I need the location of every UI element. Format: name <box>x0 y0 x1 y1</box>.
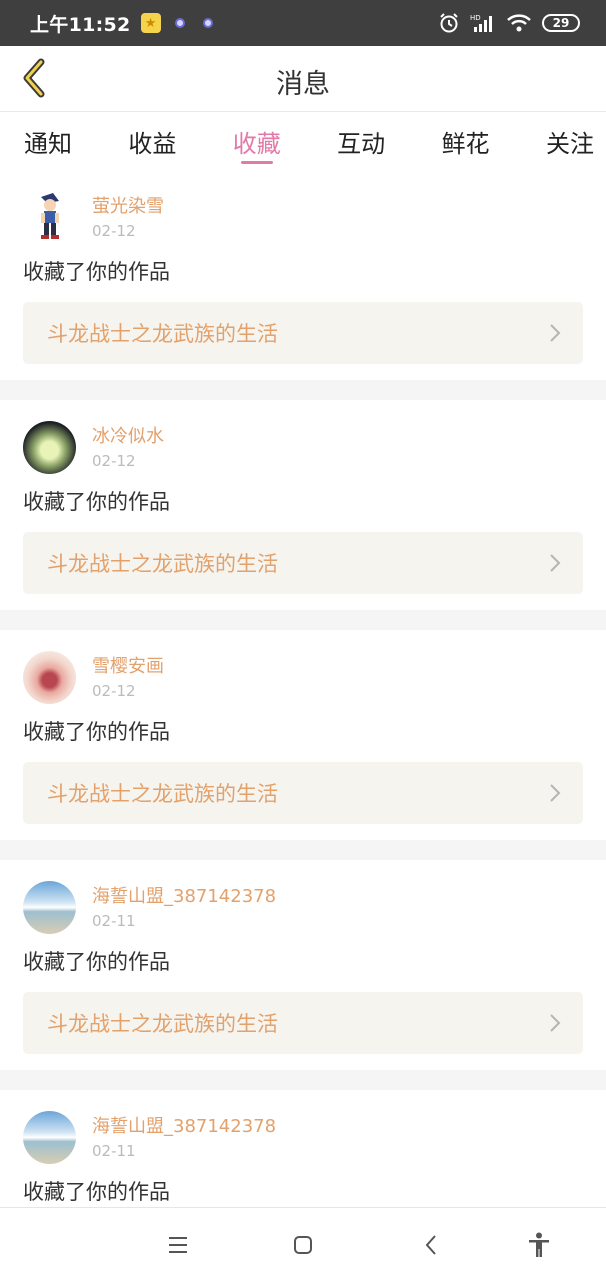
accessibility-icon <box>529 1232 549 1257</box>
header: 消息 <box>0 46 606 112</box>
tab-flowers[interactable]: 鲜花 <box>442 112 490 170</box>
tab-notice[interactable]: 通知 <box>24 112 72 170</box>
menu-button[interactable] <box>163 1230 193 1260</box>
alarm-icon <box>440 13 458 33</box>
notification-date: 02-12 <box>92 452 136 470</box>
avatar[interactable] <box>23 421 76 474</box>
notification-card: 萤光染雪 02-12 收藏了你的作品 斗龙战士之龙武族的生活 <box>0 170 606 380</box>
accessibility-button[interactable] <box>524 1230 554 1260</box>
action-text: 收藏了你的作品 <box>23 490 170 514</box>
app-notification-icon: ★ <box>140 13 161 33</box>
notification-date: 02-12 <box>92 222 136 240</box>
wifi-icon <box>507 14 531 32</box>
action-text: 收藏了你的作品 <box>23 950 170 974</box>
user-name[interactable]: 雪樱安画 <box>92 652 164 678</box>
chevron-right-icon <box>550 1014 561 1032</box>
tab-interaction[interactable]: 互动 <box>337 112 385 170</box>
user-name[interactable]: 萤光染雪 <box>92 192 164 218</box>
work-title: 斗龙战士之龙武族的生活 <box>47 552 278 576</box>
work-link[interactable]: 斗龙战士之龙武族的生活 <box>23 302 583 364</box>
home-square-icon <box>294 1236 312 1254</box>
action-text: 收藏了你的作品 <box>23 720 170 744</box>
notification-date: 02-12 <box>92 682 136 700</box>
notification-list[interactable]: 萤光染雪 02-12 收藏了你的作品 斗龙战士之龙武族的生活 冰冷似水 02-1… <box>0 170 606 1207</box>
user-name[interactable]: 海誓山盟_387142378 <box>92 1112 276 1138</box>
avatar[interactable] <box>23 191 76 244</box>
notification-date: 02-11 <box>92 912 136 930</box>
signal-icon: HD <box>470 14 492 32</box>
avatar[interactable] <box>23 881 76 934</box>
home-button[interactable] <box>288 1230 318 1260</box>
work-title: 斗龙战士之龙武族的生活 <box>47 322 278 346</box>
system-nav-bar <box>0 1207 606 1280</box>
notification-card: 冰冷似水 02-12 收藏了你的作品 斗龙战士之龙武族的生活 <box>0 400 606 610</box>
notification-dot-icon <box>174 18 185 28</box>
work-link[interactable]: 斗龙战士之龙武族的生活 <box>23 762 583 824</box>
user-name[interactable]: 海誓山盟_387142378 <box>92 882 276 908</box>
avatar[interactable] <box>23 1111 76 1164</box>
tab-bar: 通知 收益 收藏 互动 鲜花 关注 <box>0 112 606 170</box>
work-link[interactable]: 斗龙战士之龙武族的生活 <box>23 532 583 594</box>
action-text: 收藏了你的作品 <box>23 260 170 284</box>
tab-earnings[interactable]: 收益 <box>128 112 176 170</box>
menu-icon <box>169 1237 187 1253</box>
status-time: 上午11:52 <box>30 13 131 36</box>
page-title: 消息 <box>276 69 330 100</box>
action-text: 收藏了你的作品 <box>23 1180 170 1204</box>
tab-follow[interactable]: 关注 <box>546 112 594 170</box>
status-bar: 上午11:52 ★ HD 29 <box>0 0 606 46</box>
battery-icon: 29 <box>542 14 580 32</box>
tab-favorites[interactable]: 收藏 <box>233 112 281 170</box>
chevron-right-icon <box>550 324 561 342</box>
svg-text:HD: HD <box>470 14 481 22</box>
work-link[interactable]: 斗龙战士之龙武族的生活 <box>23 992 583 1054</box>
avatar[interactable] <box>23 651 76 704</box>
work-title: 斗龙战士之龙武族的生活 <box>47 782 278 806</box>
notification-dot-icon-2 <box>202 18 213 28</box>
notification-date: 02-11 <box>92 1142 136 1160</box>
work-title: 斗龙战士之龙武族的生活 <box>47 1012 278 1036</box>
back-nav-button[interactable] <box>416 1230 446 1260</box>
back-arrow-icon <box>425 1235 436 1255</box>
user-name[interactable]: 冰冷似水 <box>92 422 164 448</box>
notification-card: 海誓山盟_387142378 02-11 收藏了你的作品 <box>0 1090 606 1207</box>
notification-card: 雪樱安画 02-12 收藏了你的作品 斗龙战士之龙武族的生活 <box>0 630 606 840</box>
notification-card: 海誓山盟_387142378 02-11 收藏了你的作品 斗龙战士之龙武族的生活 <box>0 860 606 1070</box>
chevron-right-icon <box>550 784 561 802</box>
chevron-right-icon <box>550 554 561 572</box>
